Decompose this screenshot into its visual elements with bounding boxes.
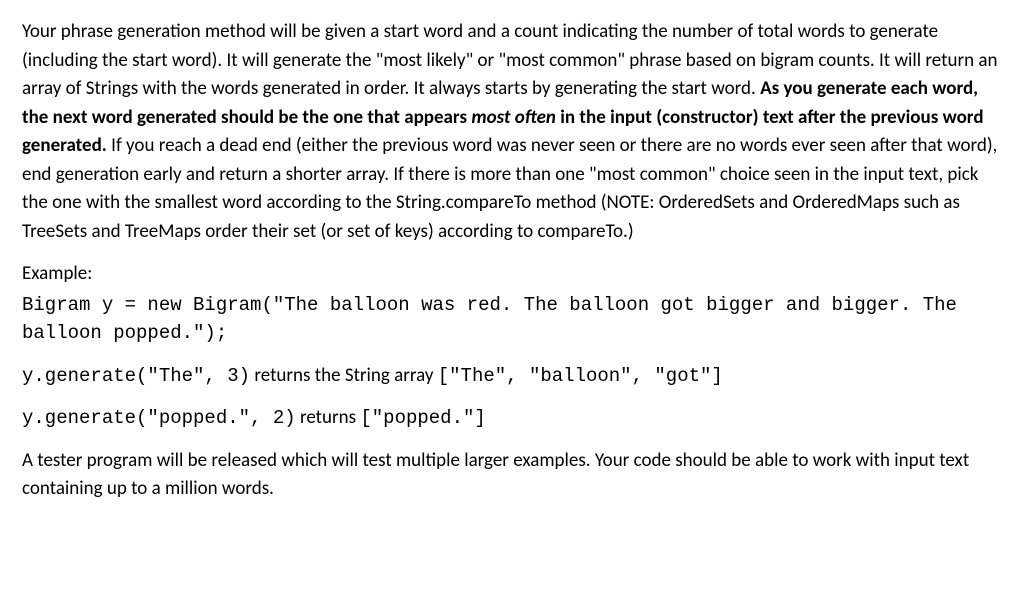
code-result-1: ["The", "balloon", "got"] [438, 365, 723, 387]
code-example-1: y.generate("The", 3) returns the String … [22, 362, 1002, 391]
code-constructor: Bigram y = new Bigram("The balloon was r… [22, 291, 1002, 348]
code-call-2: y.generate("popped.", 2) [22, 407, 296, 429]
instruction-paragraph: Your phrase generation method will be gi… [22, 18, 1002, 246]
returns-text-1: returns the String array [250, 364, 438, 387]
bold-italic-segment: most often [471, 106, 556, 129]
tester-paragraph: A tester program will be released which … [22, 447, 1002, 504]
code-example-2: y.generate("popped.", 2) returns ["poppe… [22, 404, 1002, 433]
example-label: Example: [22, 260, 1002, 289]
returns-text-2: returns [296, 406, 361, 429]
text-segment-2: If you reach a dead end (either the prev… [22, 134, 997, 243]
code-result-2: ["popped."] [360, 407, 485, 429]
code-call-1: y.generate("The", 3) [22, 365, 250, 387]
